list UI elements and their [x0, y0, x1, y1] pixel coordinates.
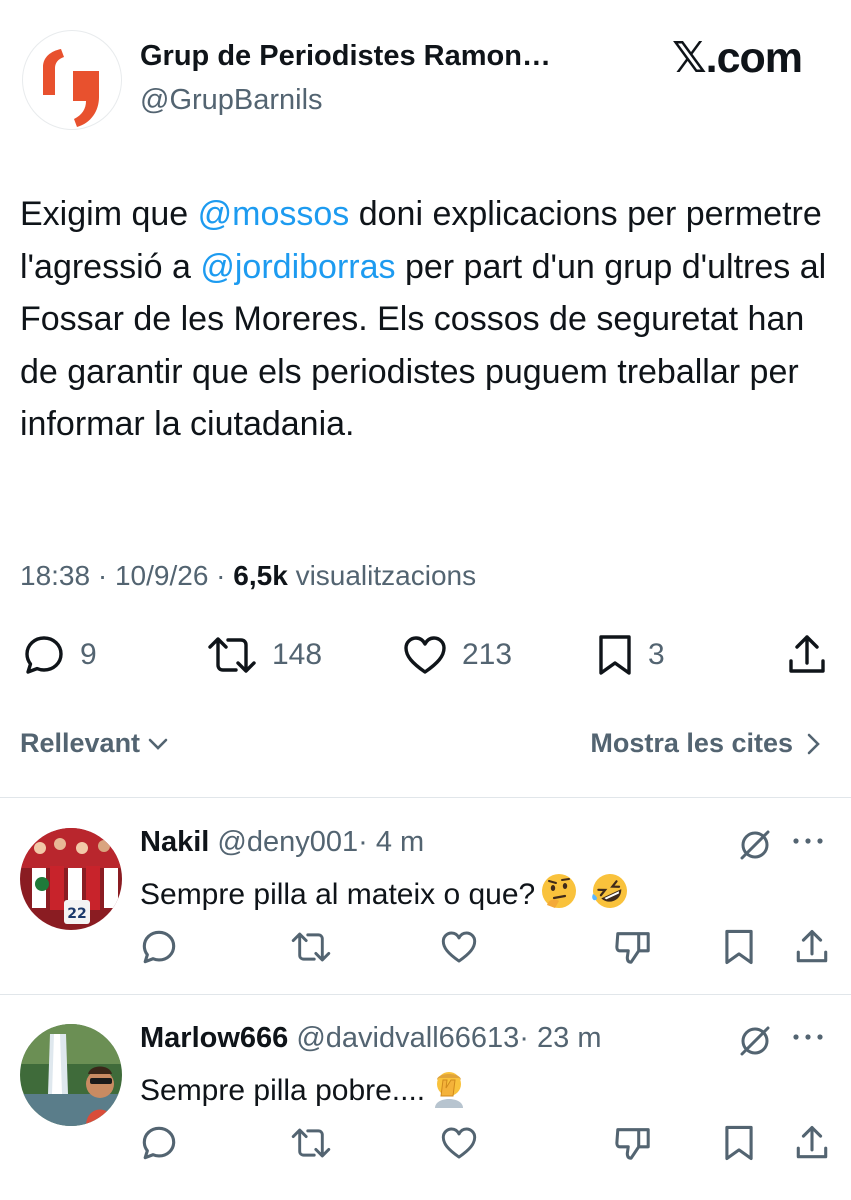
site-label: 𝕏.com: [672, 34, 803, 82]
reply-text-content: Sempre pilla pobre....: [140, 1074, 426, 1107]
tweet-text: Exigim que @mossos doni explicacions per…: [20, 188, 830, 451]
reply-item[interactable]: Marlow666 @davidvall66613· 23 m Sempre p…: [0, 996, 851, 1186]
quote-logo-icon: [43, 49, 99, 127]
reply-button[interactable]: 9: [22, 628, 97, 682]
show-quotes-label: Mostra les cites: [590, 728, 793, 758]
views-label: visualitzacions: [295, 560, 477, 591]
more-dots-icon: [793, 1034, 823, 1040]
rolling-laughing-emoji: [589, 870, 631, 920]
reply-bookmark-button[interactable]: [722, 928, 756, 971]
reply-reply-button[interactable]: [140, 928, 178, 971]
heart-icon: [441, 931, 477, 963]
bookmark-icon: [725, 929, 753, 965]
bookmark-icon: [599, 635, 631, 675]
heart-icon: [441, 1127, 477, 1159]
repost-button[interactable]: 148: [206, 628, 322, 682]
mention-link[interactable]: @mossos: [198, 195, 350, 233]
reply-header: Marlow666 @davidvall66613· 23 m: [140, 1022, 601, 1055]
tweet-time[interactable]: 18:38: [20, 560, 90, 591]
share-button[interactable]: [786, 628, 828, 682]
reply-author-handle[interactable]: @davidvall66613: [296, 1022, 519, 1054]
bookmark-button[interactable]: 3: [596, 628, 665, 682]
reply-repost-button[interactable]: [290, 928, 332, 971]
repost-count: 148: [272, 638, 323, 671]
reply-time[interactable]: · 4 m: [358, 826, 424, 858]
author-name[interactable]: Grup de Periodistes Ramon…: [140, 40, 551, 73]
reply-author-handle[interactable]: @deny001: [217, 826, 358, 858]
views-count: 6,5k: [233, 560, 288, 591]
svg-text:22: 22: [67, 906, 86, 922]
chevron-right-icon: [807, 733, 820, 754]
reply-author-name[interactable]: Nakil: [140, 826, 209, 858]
tweet-header: Grup de Periodistes Ramon… @GrupBarnils …: [0, 0, 851, 150]
like-count: 213: [462, 638, 513, 671]
more-dots-icon: [793, 838, 823, 844]
reply-share-button[interactable]: [794, 1124, 830, 1167]
reply-icon: [25, 636, 63, 674]
reply-text: Sempre pilla al mateix o que?: [140, 870, 631, 920]
tweet-text-part: Exigim que: [20, 195, 198, 233]
sort-relevance-label: Rellevant: [20, 728, 141, 758]
reply-bookmark-button[interactable]: [722, 1124, 756, 1167]
reply-count: 9: [80, 638, 97, 671]
divider: [0, 797, 851, 798]
tweet-actions: 9 148 213 3: [0, 628, 851, 682]
show-quotes-link[interactable]: Mostra les cites: [590, 728, 825, 759]
share-icon: [796, 930, 828, 963]
share-icon: [796, 1126, 828, 1159]
repost-icon: [291, 932, 331, 962]
reply-text-content: Sempre pilla al mateix o que?: [140, 878, 536, 911]
reply-dislike-button[interactable]: [614, 1124, 652, 1167]
facepalm-emoji: [429, 1066, 469, 1116]
tweet-meta: 18:38 · 10/9/26 · 6,5k visualitzacions: [20, 560, 476, 592]
reply-item[interactable]: 22 Nakil @deny001· 4 m Sempre pilla al m…: [0, 800, 851, 990]
reply-avatar[interactable]: [20, 1024, 122, 1126]
grok-icon: [740, 1026, 770, 1056]
more-options-button[interactable]: [790, 834, 826, 852]
reply-icon: [142, 1126, 176, 1160]
reply-time[interactable]: · 23 m: [519, 1022, 601, 1054]
reply-like-button[interactable]: [440, 928, 478, 971]
reply-dislike-button[interactable]: [614, 928, 652, 971]
reply-avatar[interactable]: 22: [20, 828, 122, 930]
reply-reply-button[interactable]: [140, 1124, 178, 1167]
divider: [0, 994, 851, 995]
reply-text: Sempre pilla pobre....: [140, 1066, 469, 1116]
meta-separator: ·: [208, 560, 234, 591]
thumbs-down-icon: [615, 932, 650, 964]
reply-repost-button[interactable]: [290, 1124, 332, 1167]
more-options-button[interactable]: [790, 1030, 826, 1048]
mention-link[interactable]: @jordiborras: [200, 248, 395, 286]
repost-icon: [208, 637, 256, 673]
replies-sort-bar: Rellevant Mostra les cites: [0, 720, 851, 770]
grok-button[interactable]: [736, 826, 774, 869]
reply-header: Nakil @deny001· 4 m: [140, 826, 424, 859]
author-handle[interactable]: @GrupBarnils: [140, 84, 323, 117]
grok-icon: [740, 830, 770, 860]
bookmark-icon: [725, 1125, 753, 1161]
meta-separator: ·: [90, 560, 115, 591]
reply-share-button[interactable]: [794, 928, 830, 971]
sort-relevance-dropdown[interactable]: Rellevant: [20, 728, 170, 759]
waterfall-photo-avatar: [20, 1024, 122, 1126]
author-avatar[interactable]: [22, 30, 122, 130]
thinking-face-emoji: [539, 871, 579, 919]
chevron-down-icon: [148, 738, 168, 750]
reply-icon: [142, 930, 176, 964]
grok-button[interactable]: [736, 1022, 774, 1065]
team-photo-avatar: 22: [20, 828, 122, 930]
share-icon: [789, 635, 825, 673]
thumbs-down-icon: [615, 1128, 650, 1160]
tweet-date[interactable]: 10/9/26: [115, 560, 208, 591]
bookmark-count: 3: [648, 638, 665, 671]
heart-icon: [404, 636, 446, 674]
reply-author-name[interactable]: Marlow666: [140, 1022, 288, 1054]
reply-like-button[interactable]: [440, 1124, 478, 1167]
repost-icon: [291, 1128, 331, 1158]
like-button[interactable]: 213: [402, 628, 512, 682]
